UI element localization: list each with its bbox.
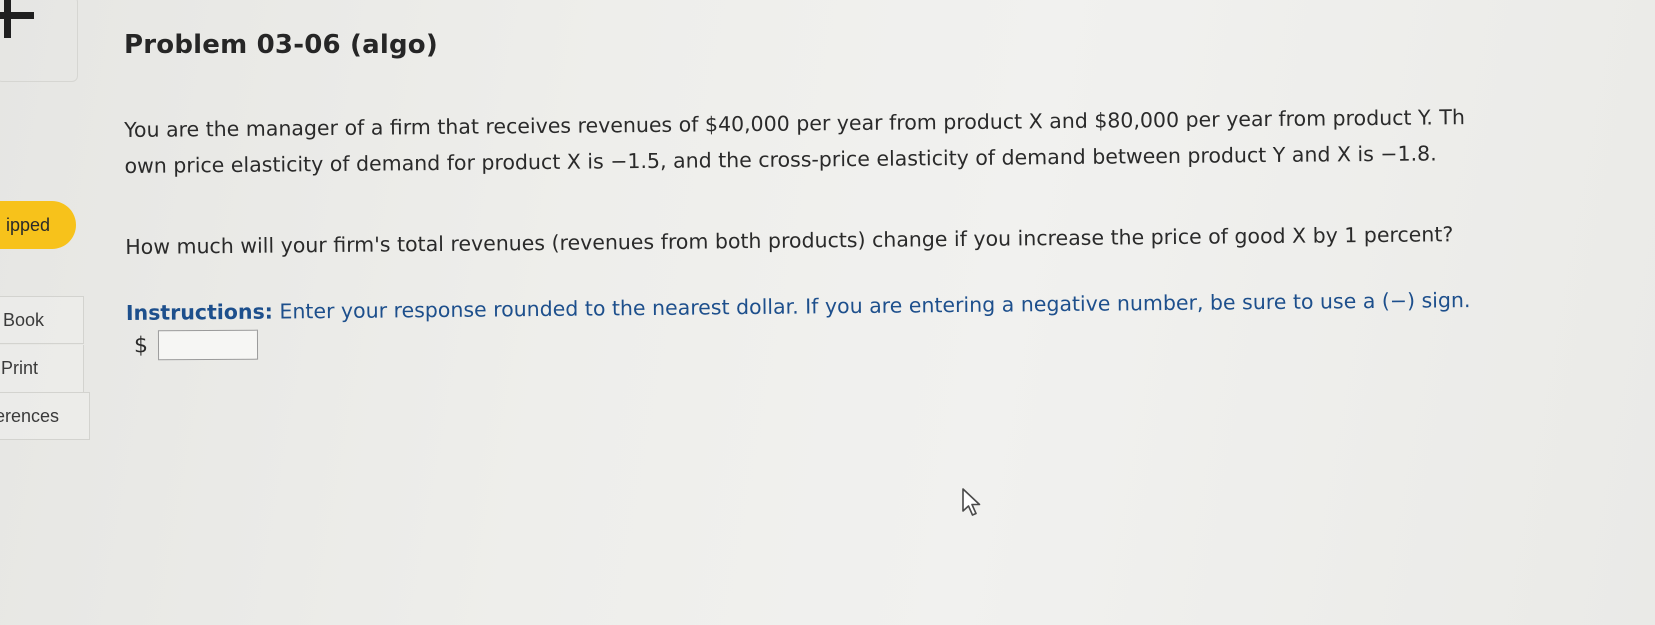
instructions-label: Instructions:	[125, 299, 274, 325]
skipped-status-badge: ipped	[0, 201, 76, 249]
currency-symbol: $	[133, 332, 149, 358]
status-label: ipped	[5, 214, 50, 235]
question-body: You are the manager of a firm that recei…	[124, 97, 1655, 331]
question-prompt: How much will your firm's total revenues…	[125, 222, 1454, 259]
mouse-cursor-icon	[962, 488, 981, 516]
sidebar-item-ebook[interactable]: Book	[0, 296, 84, 344]
answer-input[interactable]	[157, 329, 259, 361]
instructions: Instructions: Enter your response rounde…	[126, 280, 1655, 331]
sidebar-item-label: Book	[3, 309, 45, 330]
sidebar-item-references[interactable]: erences	[0, 392, 90, 440]
page-title: Problem 03-06 (algo)	[124, 30, 438, 60]
answer-row: $	[133, 329, 259, 361]
main-content: Problem 03-06 (algo) You are the manager…	[124, 0, 1655, 625]
sidebar-item-label: Print	[1, 358, 39, 378]
sidebar-item-label: erences	[0, 405, 60, 426]
plus-icon[interactable]	[0, 0, 42, 48]
plus-icon-vertical	[4, 0, 11, 38]
instructions-text: Enter your response rounded to the neare…	[272, 288, 1471, 324]
sidebar-item-print[interactable]: Print	[0, 345, 84, 393]
